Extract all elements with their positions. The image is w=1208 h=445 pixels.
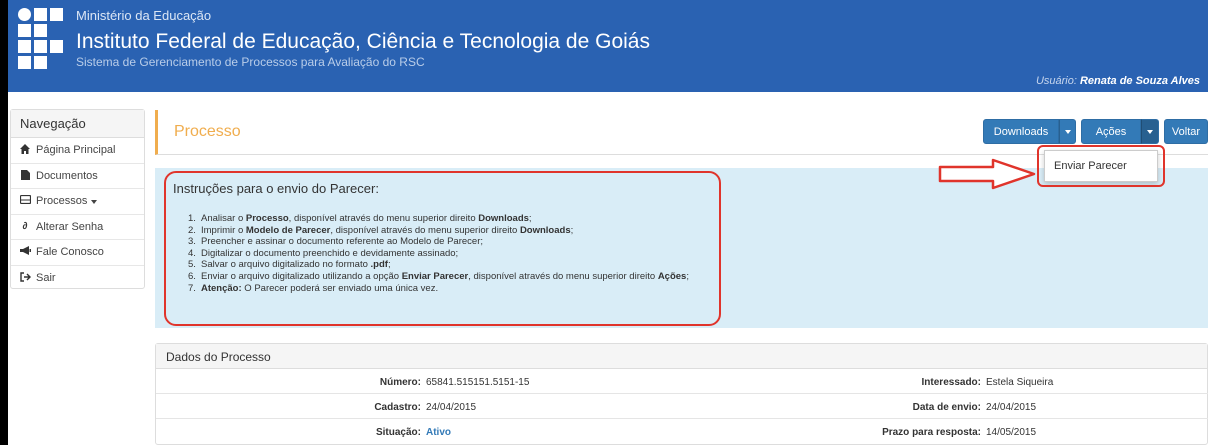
step-text: Preencher e assinar o documento referent…	[201, 236, 483, 248]
ministry-label: Ministério da Educação	[76, 8, 212, 23]
site-header: Ministério da Educação Instituto Federal…	[8, 0, 1208, 92]
numero-label: Número:	[379, 377, 421, 388]
interessado-label: Interessado:	[921, 377, 981, 388]
browser-viewport: Ministério da Educação Instituto Federal…	[8, 0, 1208, 445]
step-number: 7.	[188, 282, 196, 294]
sidebar-item-pagina-principal[interactable]: Página Principal	[11, 138, 144, 164]
sidebar-item-documentos[interactable]: Documentos	[11, 164, 144, 189]
situacao-label: Situação:	[375, 427, 421, 438]
system-subtitle: Sistema de Gerenciamento de Processos pa…	[76, 55, 425, 69]
step-text: Processo	[245, 213, 289, 224]
arrow-right-icon	[938, 158, 1036, 190]
step-number: 6.	[188, 270, 196, 282]
sidebar-item-processos[interactable]: Processos	[11, 189, 144, 215]
step-number: 2.	[188, 224, 196, 236]
step-text: , disponível através do menu superior di…	[468, 270, 658, 282]
table-row: Cadastro: 24/04/2015 Data de envio: 24/0…	[156, 395, 1208, 419]
downloads-button[interactable]: Downloads	[983, 119, 1059, 144]
home-icon	[19, 144, 31, 157]
sidebar-item-label: Fale Conosco	[36, 246, 104, 258]
caret-down-icon	[1064, 129, 1071, 134]
instruction-step: 5. Salvar o arquivo digitalizado no forma…	[188, 259, 689, 271]
step-text: , disponível através do menu superior di…	[330, 224, 520, 236]
instructions-list: 1. Analisar o Processo, disponível atravé…	[188, 213, 689, 294]
step-text: .pdf	[370, 259, 388, 271]
folder-icon	[19, 194, 31, 207]
sidebar-item-fale-conosco[interactable]: Fale Conosco	[11, 240, 144, 266]
instruction-step: 1. Analisar o Processo, disponível atravé…	[188, 213, 689, 225]
instruction-step: 2. Imprimir o Modelo de Parecer, disponív…	[188, 225, 689, 237]
sidebar-item-label: Alterar Senha	[36, 220, 104, 233]
user-info: Usuário: Renata de Souza Alves	[1036, 75, 1200, 87]
step-number: 4.	[188, 247, 196, 259]
voltar-button[interactable]: Voltar	[1164, 119, 1208, 144]
prazo-resposta-label: Prazo para resposta:	[882, 427, 981, 438]
downloads-dropdown-toggle[interactable]	[1059, 119, 1076, 144]
step-text: Atenção:	[201, 282, 242, 294]
acoes-dropdown-toggle[interactable]	[1141, 119, 1159, 144]
sidebar-item-label: Página Principal	[36, 144, 116, 156]
voltar-button-label: Voltar	[1171, 125, 1201, 138]
sidebar-item-sair[interactable]: Sair	[11, 266, 144, 292]
downloads-button-label: Downloads	[993, 125, 1049, 138]
cadastro-label: Cadastro:	[374, 402, 421, 413]
user-name: Renata de Souza Alves	[1079, 75, 1200, 87]
cadastro-value: 24/04/2015	[426, 402, 477, 413]
prazo-resposta-value: 14/05/2015	[986, 427, 1037, 438]
user-label: Usuário:	[1035, 75, 1077, 87]
numero-value: 65841.515151.5151-15	[426, 377, 530, 388]
step-text: Downloads	[519, 224, 571, 236]
institute-title: Instituto Federal de Educação, Ciência e…	[76, 30, 650, 53]
link-icon: ∂	[22, 220, 28, 232]
step-text: Enviar Parecer	[401, 270, 469, 282]
logout-icon	[19, 271, 31, 285]
sidebar-item-alterar-senha[interactable]: ∂ Alterar Senha	[11, 215, 144, 240]
instruction-step: 7. Atenção: O Parecer poderá ser enviado …	[188, 283, 689, 295]
step-text: Downloads	[478, 213, 529, 224]
interessado-value: Estela Siqueira	[986, 377, 1054, 388]
instruction-step: 6. Enviar o arquivo digitalizado utilizan…	[188, 271, 689, 283]
instruction-step: 4. Digitalizar o documento preenchido e d…	[188, 248, 689, 260]
dropdown-highlight-outline	[1037, 145, 1165, 187]
sidebar-item-label: Documentos	[36, 169, 98, 182]
step-text: ;	[570, 224, 574, 236]
sidebar-navigation: Navegação Página Principal Documentos Pr…	[10, 109, 145, 289]
step-number: 5.	[188, 259, 196, 271]
step-number: 1.	[188, 213, 196, 224]
step-text: Modelo de Parecer	[245, 224, 331, 236]
acoes-button-label: Ações	[1095, 125, 1127, 138]
step-text: Imprimir o	[201, 224, 246, 236]
file-icon	[19, 169, 31, 183]
page-title: Processo	[174, 123, 241, 140]
step-text: Salvar o arquivo digitalizado no formato	[201, 259, 371, 271]
sidebar-item-label: Sair	[36, 271, 56, 284]
sidebar-title: Navegação	[11, 110, 144, 138]
step-text: ;	[387, 259, 391, 271]
situacao-value: Ativo	[426, 427, 451, 438]
step-text: ;	[686, 270, 689, 282]
bullhorn-icon	[19, 246, 31, 258]
data-envio-label: Data de envio:	[912, 402, 981, 413]
instructions-title: Instruções para o envio do Parecer:	[173, 181, 379, 196]
step-text: ;	[528, 213, 532, 224]
acoes-button[interactable]: Ações	[1081, 119, 1141, 144]
step-text: , disponível através do menu superior di…	[288, 213, 479, 224]
step-text: Enviar o arquivo digitalizado utilizando…	[201, 270, 402, 282]
dados-processo-title: Dados do Processo	[156, 344, 1207, 369]
step-number: 3.	[188, 236, 196, 248]
step-text: Ações	[657, 270, 687, 282]
instruction-step: 3. Preencher e assinar o documento refere…	[188, 236, 689, 248]
table-row: Situação: Ativo Prazo para resposta: 14/…	[156, 420, 1208, 444]
step-text: O Parecer poderá ser enviado uma única v…	[241, 282, 439, 294]
chevron-down-icon	[91, 200, 98, 204]
sidebar-item-label: Processos	[36, 195, 88, 207]
data-envio-value: 24/04/2015	[986, 402, 1037, 413]
step-text: Analisar o	[201, 213, 246, 224]
step-text: Digitalizar o documento preenchido e dev…	[201, 247, 459, 259]
institution-logo	[18, 8, 66, 70]
table-row: Número: 65841.515151.5151-15 Interessado…	[156, 370, 1208, 394]
dados-processo-panel: Dados do Processo Número: 65841.515151.5…	[155, 343, 1208, 445]
caret-down-icon	[1147, 129, 1153, 134]
